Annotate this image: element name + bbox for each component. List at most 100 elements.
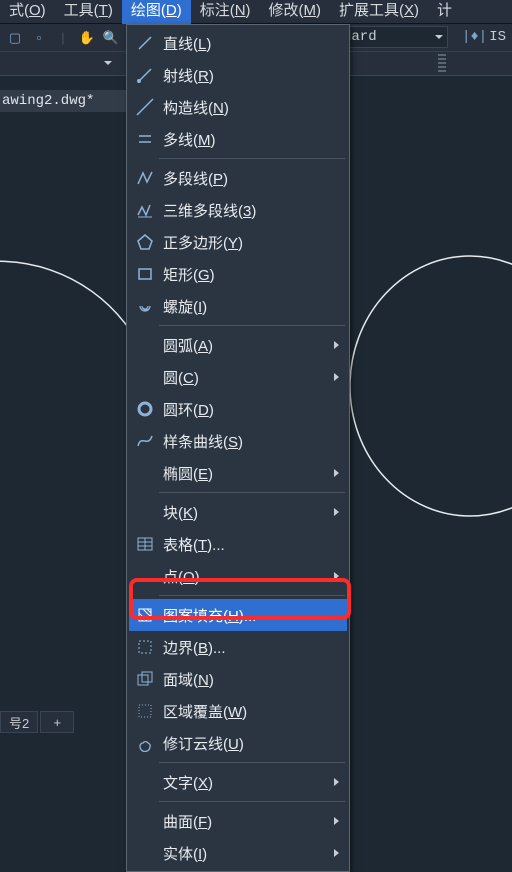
submenu-arrow-icon	[334, 508, 339, 516]
submenu-arrow-icon	[334, 817, 339, 825]
menu-item-label: 修订云线(U)	[163, 733, 244, 754]
menu-item[interactable]: 圆弧(A)	[129, 329, 347, 361]
boundary-icon	[134, 636, 156, 658]
menu-item[interactable]: 扩展工具(X)	[330, 0, 428, 24]
menu-item[interactable]: 块(K)	[129, 496, 347, 528]
iso-icon: |♦|	[462, 29, 487, 45]
document-tab[interactable]: awing2.dwg*	[0, 90, 128, 112]
pline3d-icon	[134, 199, 156, 221]
iso-box[interactable]: |♦| IS	[462, 26, 512, 48]
blank-icon	[134, 565, 156, 587]
iso-label: IS	[489, 29, 506, 45]
menu-item[interactable]: 射线(R)	[129, 59, 347, 91]
submenu-arrow-icon	[334, 849, 339, 857]
tool-icon-2[interactable]: ▫	[30, 29, 48, 47]
blank-icon	[134, 462, 156, 484]
menu-item[interactable]: 三维多段线(3)	[129, 194, 347, 226]
submenu-arrow-icon	[334, 572, 339, 580]
blank-icon	[134, 810, 156, 832]
menu-item[interactable]: 点(O)	[129, 560, 347, 592]
blank-icon	[134, 771, 156, 793]
menu-item[interactable]: 圆(C)	[129, 361, 347, 393]
line-icon	[134, 32, 156, 54]
menu-item-label: 曲面(F)	[163, 811, 212, 832]
draw-menu-dropdown: 直线(L) 射线(R) 构造线(N) 多线(M) 多段线(P) 三维多段线(3) 正多边形(…	[126, 24, 350, 872]
menubar: 式(O)工具(T)绘图(D)标注(N)修改(M)扩展工具(X)计	[0, 0, 512, 24]
menu-item[interactable]: 边界(B)...	[129, 631, 347, 663]
table-icon	[134, 533, 156, 555]
menu-separator	[159, 492, 345, 493]
menu-separator	[159, 595, 345, 596]
submenu-arrow-icon	[334, 778, 339, 786]
menu-item[interactable]: 椭圆(E)	[129, 457, 347, 489]
menu-item[interactable]: 面域(N)	[129, 663, 347, 695]
menu-item[interactable]: 曲面(F)	[129, 805, 347, 837]
spline-icon	[134, 430, 156, 452]
revcloud-icon	[134, 732, 156, 754]
hatch-icon	[134, 604, 156, 626]
layout-tab[interactable]: 号2	[0, 711, 38, 733]
blank-icon	[134, 366, 156, 388]
wipeout-icon	[134, 700, 156, 722]
menu-item[interactable]: 修订云线(U)	[129, 727, 347, 759]
blank-icon	[134, 501, 156, 523]
menu-item-label: 矩形(G)	[163, 264, 215, 285]
zoom-icon[interactable]: 🔍	[102, 29, 120, 47]
menu-item[interactable]: 样条曲线(S)	[129, 425, 347, 457]
menu-item[interactable]: 绘图(D)	[122, 0, 191, 24]
menu-item-label: 多段线(P)	[163, 168, 228, 189]
menu-item[interactable]: 标注(N)	[191, 0, 260, 24]
mline-icon	[134, 128, 156, 150]
menu-item[interactable]: 文字(X)	[129, 766, 347, 798]
menu-item[interactable]: 表格(T)...	[129, 528, 347, 560]
region-icon	[134, 668, 156, 690]
menu-item[interactable]: 区域覆盖(W)	[129, 695, 347, 727]
menu-item[interactable]: 多段线(P)	[129, 162, 347, 194]
menu-item[interactable]: 计	[428, 0, 461, 24]
menu-item-label: 构造线(N)	[163, 97, 229, 118]
menu-item-label: 图案填充(H)...	[163, 605, 256, 626]
menu-item[interactable]: 构造线(N)	[129, 91, 347, 123]
menu-item[interactable]: 多线(M)	[129, 123, 347, 155]
layout-tab-label: 号2	[9, 713, 29, 732]
menu-item[interactable]: 矩形(G)	[129, 258, 347, 290]
menu-item[interactable]: 正多边形(Y)	[129, 226, 347, 258]
spiral-icon	[134, 295, 156, 317]
menu-item-label: 直线(L)	[163, 33, 211, 54]
document-tab-label: awing2.dwg*	[2, 93, 94, 109]
pan-icon[interactable]: ✋	[78, 29, 96, 47]
menu-item[interactable]: 直线(L)	[129, 27, 347, 59]
text-style-combo[interactable]: dard	[338, 26, 448, 48]
tool-icon-1[interactable]: ▢	[6, 29, 24, 47]
menu-item-label: 圆环(D)	[163, 399, 214, 420]
blank-icon	[134, 334, 156, 356]
menu-item-label: 表格(T)...	[163, 534, 225, 555]
menu-item[interactable]: 图案填充(H)...	[129, 599, 347, 631]
menu-item-label: 文字(X)	[163, 772, 213, 793]
menu-item-label: 螺旋(I)	[163, 296, 207, 317]
chevron-down-icon	[435, 35, 443, 39]
menu-item[interactable]: 式(O)	[0, 0, 55, 24]
submenu-arrow-icon	[334, 341, 339, 349]
menu-item-label: 实体(I)	[163, 843, 207, 864]
menu-item-label: 圆弧(A)	[163, 335, 213, 356]
menu-item[interactable]: 实体(I)	[129, 837, 347, 869]
menu-item[interactable]: 圆环(D)	[129, 393, 347, 425]
layer-combo[interactable]	[0, 54, 116, 72]
ray-icon	[134, 64, 156, 86]
layout-tabs: 号2 +	[0, 711, 76, 733]
tool-sep: |	[54, 29, 72, 47]
menu-item[interactable]: 工具(T)	[55, 0, 122, 24]
donut-icon	[134, 398, 156, 420]
toolbar-grip[interactable]	[438, 54, 446, 72]
submenu-arrow-icon	[334, 373, 339, 381]
add-layout-tab[interactable]: +	[40, 711, 74, 733]
menu-item[interactable]: 螺旋(I)	[129, 290, 347, 322]
menu-item-label: 面域(N)	[163, 669, 214, 690]
menu-item-label: 区域覆盖(W)	[163, 701, 247, 722]
menu-item[interactable]: 修改(M)	[260, 0, 331, 24]
menu-separator	[159, 325, 345, 326]
menu-item-label: 正多边形(Y)	[163, 232, 243, 253]
menu-item-label: 点(O)	[163, 566, 200, 587]
menu-item-label: 三维多段线(3)	[163, 200, 256, 221]
